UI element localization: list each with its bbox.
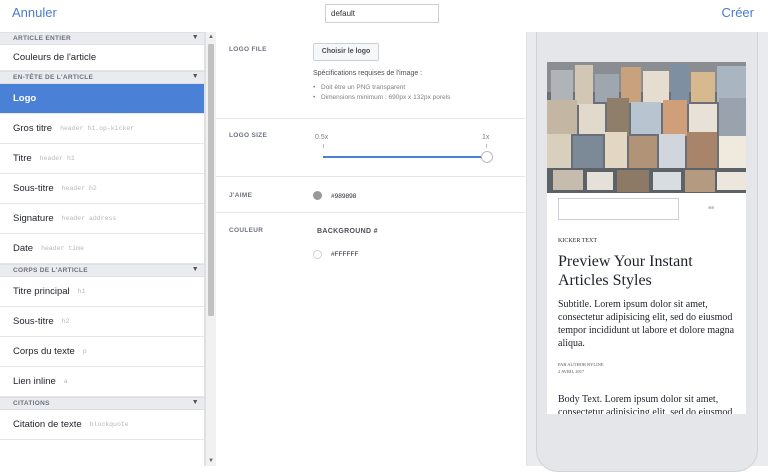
sidebar-item-titre-principal[interactable]: Titre principal h1 bbox=[0, 277, 204, 307]
logo-file-row: LOGO FILE Choisir le logo Spécifications… bbox=[216, 32, 525, 119]
logo-size-slider[interactable] bbox=[323, 151, 493, 163]
logo-mini-icon: ■■ bbox=[708, 205, 715, 211]
preview-area: ■■ KICKER TEXT Preview Your Instant Arti… bbox=[526, 32, 768, 472]
slider-min-label: 0.5x bbox=[315, 134, 329, 141]
sidebar-item-label: Gros titre bbox=[13, 123, 53, 134]
preview-kicker: KICKER TEXT bbox=[558, 238, 598, 244]
preview-body: Body Text. Lorem ipsum dolor sit amet, c… bbox=[558, 394, 733, 414]
background-color-swatch[interactable] bbox=[313, 250, 322, 259]
sidebar-item-label: Couleurs de l'article bbox=[13, 52, 97, 63]
section-title: ARTICLE ENTIER bbox=[13, 35, 72, 42]
sidebar-item-tag: p bbox=[82, 348, 87, 355]
sidebar-item-sous-titre[interactable]: Sous-titre header h2 bbox=[0, 174, 204, 204]
section-citations[interactable]: CITATIONS ▼ bbox=[0, 397, 204, 410]
sidebar-item-label: Sous-titre bbox=[13, 183, 54, 194]
sidebar-item-tag: blockquote bbox=[89, 421, 129, 428]
spec-title: Spécifications requises de l'image : bbox=[313, 70, 423, 77]
section-title: CORPS DE L'ARTICLE bbox=[13, 267, 88, 274]
sidebar-item-label: Sous-titre bbox=[13, 316, 54, 327]
phone-screen: ■■ KICKER TEXT Preview Your Instant Arti… bbox=[547, 62, 746, 414]
sidebar-item-sous-titre-corps[interactable]: Sous-titre h2 bbox=[0, 307, 204, 337]
sidebar-item-titre[interactable]: Titre header h1 bbox=[0, 144, 204, 174]
settings-panel: LOGO FILE Choisir le logo Spécifications… bbox=[216, 32, 525, 466]
sidebar-item-tag: h1 bbox=[77, 288, 86, 295]
sidebar-item-signature[interactable]: Signature header address bbox=[0, 204, 204, 234]
spec-item: Doit être un PNG transparent bbox=[313, 84, 450, 91]
chevron-down-icon: ▼ bbox=[191, 73, 199, 80]
slider-tick-min bbox=[323, 144, 324, 148]
sidebar-item-label: Titre principal bbox=[13, 286, 70, 297]
couleur-label: COULEUR bbox=[229, 227, 264, 234]
sidebar-item-tag: header address bbox=[61, 215, 117, 222]
jaime-hex-value[interactable]: #989898 bbox=[331, 193, 356, 200]
phone-frame: ■■ KICKER TEXT Preview Your Instant Arti… bbox=[536, 32, 758, 472]
sidebar-item-date[interactable]: Date header time bbox=[0, 234, 204, 264]
choose-logo-button[interactable]: Choisir le logo bbox=[313, 43, 379, 61]
scrollbar-thumb[interactable] bbox=[208, 44, 214, 316]
sidebar-item-tag: a bbox=[63, 378, 68, 385]
chevron-down-icon: ▼ bbox=[191, 34, 199, 41]
scroll-down-icon[interactable]: ▼ bbox=[208, 458, 214, 464]
sidebar-scrollbar[interactable]: ▲ ▼ bbox=[205, 32, 216, 466]
top-bar: Annuler Créer bbox=[0, 0, 768, 31]
sidebar-item-tag: h2 bbox=[61, 318, 70, 325]
sidebar-item-label: Citation de texte bbox=[13, 419, 82, 430]
slider-tick-max bbox=[486, 144, 487, 148]
logo-size-label: LOGO SIZE bbox=[229, 132, 268, 139]
sidebar-item-label: Logo bbox=[13, 93, 37, 104]
preview-byline: PAR AUTHOR BYLINE bbox=[558, 362, 604, 367]
logo-file-label: LOGO FILE bbox=[229, 46, 267, 53]
hero-image bbox=[547, 62, 746, 193]
sidebar-item-gros-titre[interactable]: Gros titre header h1.op-kicker bbox=[0, 114, 204, 144]
jaime-row: J'AIME #989898 bbox=[216, 177, 525, 213]
section-title: EN-TÊTE DE L'ARTICLE bbox=[13, 74, 94, 81]
jaime-color-swatch[interactable] bbox=[313, 191, 322, 200]
preview-subtitle: Subtitle. Lorem ipsum dolor sit amet, co… bbox=[558, 299, 735, 349]
sidebar-item-label: Corps du texte bbox=[13, 346, 75, 357]
scroll-up-icon[interactable]: ▲ bbox=[208, 34, 214, 40]
sidebar-item-label: Lien inline bbox=[13, 376, 56, 387]
preview-title: Preview Your Instant Articles Styles bbox=[558, 253, 693, 289]
sidebar-item-tag: header time bbox=[41, 245, 84, 252]
preview-date: 2 AVRIL 2017 bbox=[558, 369, 585, 374]
background-label: BACKGROUND # bbox=[317, 228, 378, 235]
style-sidebar: ARTICLE ENTIER ▼ Couleurs de l'article E… bbox=[0, 32, 205, 466]
sidebar-item-tag: header h1 bbox=[39, 155, 75, 162]
slider-fill bbox=[323, 156, 487, 158]
cancel-button[interactable]: Annuler bbox=[12, 5, 57, 20]
sidebar-item-couleurs[interactable]: Couleurs de l'article bbox=[0, 45, 204, 71]
logo-size-row: LOGO SIZE bbox=[216, 119, 525, 177]
background-hex-value[interactable]: #FFFFFF bbox=[331, 251, 358, 258]
sidebar-item-lien-inline[interactable]: Lien inline a bbox=[0, 367, 204, 397]
slider-max-label: 1x bbox=[482, 134, 490, 141]
chevron-down-icon: ▼ bbox=[191, 266, 199, 273]
sidebar-item-label: Titre bbox=[13, 153, 32, 164]
section-en-tete[interactable]: EN-TÊTE DE L'ARTICLE ▼ bbox=[0, 71, 204, 84]
sidebar-item-tag: header h2 bbox=[61, 185, 97, 192]
logo-placeholder bbox=[558, 198, 679, 220]
section-article-entier[interactable]: ARTICLE ENTIER ▼ bbox=[0, 32, 204, 45]
style-name-input[interactable] bbox=[325, 4, 439, 23]
spec-item: Dimensions minimum : 690px x 132px porel… bbox=[313, 94, 450, 101]
chevron-down-icon: ▼ bbox=[191, 399, 199, 406]
slider-handle[interactable] bbox=[481, 151, 493, 163]
sidebar-item-citation[interactable]: Citation de texte blockquote bbox=[0, 410, 204, 440]
section-title: CITATIONS bbox=[13, 400, 50, 407]
sidebar-item-logo[interactable]: Logo bbox=[0, 84, 204, 114]
section-corps[interactable]: CORPS DE L'ARTICLE ▼ bbox=[0, 264, 204, 277]
sidebar-item-label: Signature bbox=[13, 213, 54, 224]
sidebar-item-tag: header h1.op-kicker bbox=[60, 125, 135, 132]
jaime-label: J'AIME bbox=[229, 192, 253, 199]
sidebar-item-label: Date bbox=[13, 243, 34, 254]
sidebar-item-corps-du-texte[interactable]: Corps du texte p bbox=[0, 337, 204, 367]
create-button[interactable]: Créer bbox=[721, 5, 754, 20]
spec-list: Doit être un PNG transparent Dimensions … bbox=[313, 84, 450, 104]
